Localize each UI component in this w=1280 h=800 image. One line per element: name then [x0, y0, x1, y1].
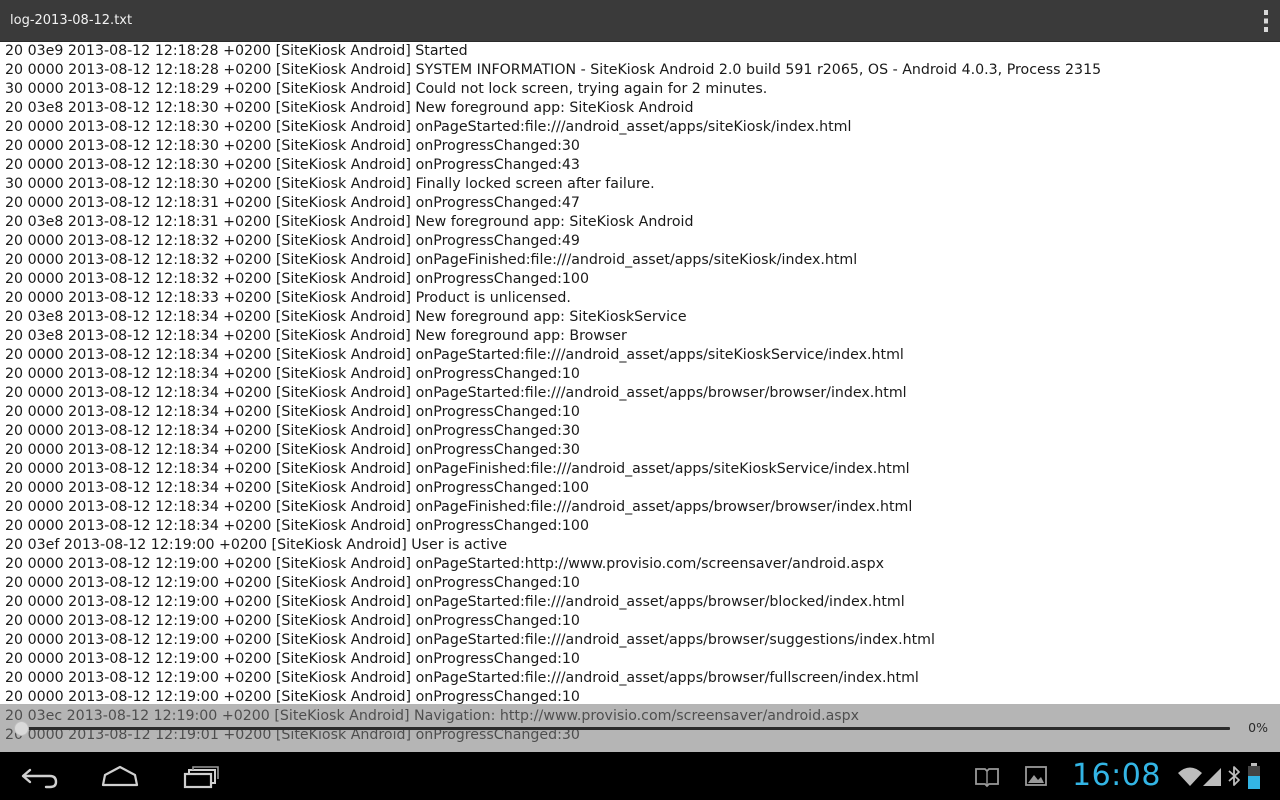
recent-apps-icon	[176, 761, 226, 791]
log-line: 20 03e8 2013-08-12 12:18:34 +0200 [SiteK…	[5, 309, 687, 325]
home-icon	[95, 761, 145, 791]
status-clock[interactable]: 16:08	[1072, 757, 1161, 795]
gallery-icon[interactable]	[1024, 764, 1048, 788]
overflow-menu-button[interactable]	[1244, 6, 1274, 36]
battery-icon	[1247, 762, 1261, 790]
scroll-position-thumb[interactable]	[14, 721, 29, 736]
back-button[interactable]	[16, 761, 66, 791]
log-line: 20 03ef 2013-08-12 12:19:00 +0200 [SiteK…	[5, 537, 508, 553]
scroll-percent-label: 0%	[1248, 720, 1268, 735]
log-line: 20 03e8 2013-08-12 12:18:30 +0200 [SiteK…	[5, 100, 694, 116]
log-line: 20 03e9 2013-08-12 12:18:28 +0200 [SiteK…	[5, 43, 468, 59]
log-line: 20 0000 2013-08-12 12:18:34 +0200 [SiteK…	[5, 518, 589, 534]
log-line: 20 0000 2013-08-12 12:18:34 +0200 [SiteK…	[5, 423, 580, 439]
log-line: 20 0000 2013-08-12 12:18:30 +0200 [SiteK…	[5, 119, 852, 135]
log-line: 20 0000 2013-08-12 12:19:00 +0200 [SiteK…	[5, 594, 905, 610]
log-line: 20 0000 2013-08-12 12:18:34 +0200 [SiteK…	[5, 404, 580, 420]
wifi-icon	[1177, 765, 1203, 787]
home-button[interactable]	[95, 761, 145, 791]
log-text-view[interactable]: 20 03e9 2013-08-12 12:18:28 +0200 [SiteK…	[0, 42, 1280, 750]
log-line: 20 0000 2013-08-12 12:19:00 +0200 [SiteK…	[5, 632, 935, 648]
log-line: 20 0000 2013-08-12 12:19:00 +0200 [SiteK…	[5, 613, 580, 629]
log-line: 20 0000 2013-08-12 12:19:00 +0200 [SiteK…	[5, 651, 580, 667]
book-icon[interactable]	[974, 764, 1000, 788]
log-line: 20 0000 2013-08-12 12:18:33 +0200 [SiteK…	[5, 290, 571, 306]
log-line: 20 0000 2013-08-12 12:18:32 +0200 [SiteK…	[5, 252, 858, 268]
bluetooth-icon	[1226, 764, 1242, 788]
log-line: 20 03e8 2013-08-12 12:18:31 +0200 [SiteK…	[5, 214, 694, 230]
log-line: 20 0000 2013-08-12 12:18:31 +0200 [SiteK…	[5, 195, 580, 211]
log-line: 20 03e8 2013-08-12 12:18:34 +0200 [SiteK…	[5, 328, 627, 344]
log-line: 30 0000 2013-08-12 12:18:30 +0200 [SiteK…	[5, 176, 655, 192]
scroll-position-overlay: 0%	[0, 704, 1280, 752]
signal-icon	[1201, 765, 1223, 787]
log-line: 20 0000 2013-08-12 12:18:28 +0200 [SiteK…	[5, 62, 1102, 78]
log-line: 20 0000 2013-08-12 12:18:34 +0200 [SiteK…	[5, 385, 907, 401]
recent-apps-button[interactable]	[176, 761, 226, 791]
navigation-bar: 16:08	[0, 752, 1280, 800]
overflow-menu-icon	[1244, 6, 1274, 36]
window-title: log-2013-08-12.txt	[10, 13, 133, 28]
log-line: 20 0000 2013-08-12 12:18:34 +0200 [SiteK…	[5, 347, 904, 363]
log-line: 20 0000 2013-08-12 12:18:34 +0200 [SiteK…	[5, 366, 580, 382]
scroll-position-track[interactable]	[22, 727, 1230, 730]
log-line: 20 0000 2013-08-12 12:18:30 +0200 [SiteK…	[5, 157, 580, 173]
log-line: 20 0000 2013-08-12 12:18:32 +0200 [SiteK…	[5, 271, 589, 287]
log-line: 20 0000 2013-08-12 12:18:30 +0200 [SiteK…	[5, 138, 580, 154]
log-line: 20 0000 2013-08-12 12:18:34 +0200 [SiteK…	[5, 461, 910, 477]
log-line: 20 0000 2013-08-12 12:18:34 +0200 [SiteK…	[5, 480, 589, 496]
back-icon	[16, 761, 66, 791]
action-bar: log-2013-08-12.txt	[0, 0, 1280, 42]
log-line: 20 0000 2013-08-12 12:19:00 +0200 [SiteK…	[5, 670, 919, 686]
log-line: 20 0000 2013-08-12 12:18:32 +0200 [SiteK…	[5, 233, 580, 249]
log-line: 20 0000 2013-08-12 12:19:00 +0200 [SiteK…	[5, 575, 580, 591]
log-line: 30 0000 2013-08-12 12:18:29 +0200 [SiteK…	[5, 81, 768, 97]
log-line: 20 0000 2013-08-12 12:19:00 +0200 [SiteK…	[5, 556, 884, 572]
log-line: 20 0000 2013-08-12 12:18:34 +0200 [SiteK…	[5, 442, 580, 458]
log-line: 20 0000 2013-08-12 12:18:34 +0200 [SiteK…	[5, 499, 913, 515]
